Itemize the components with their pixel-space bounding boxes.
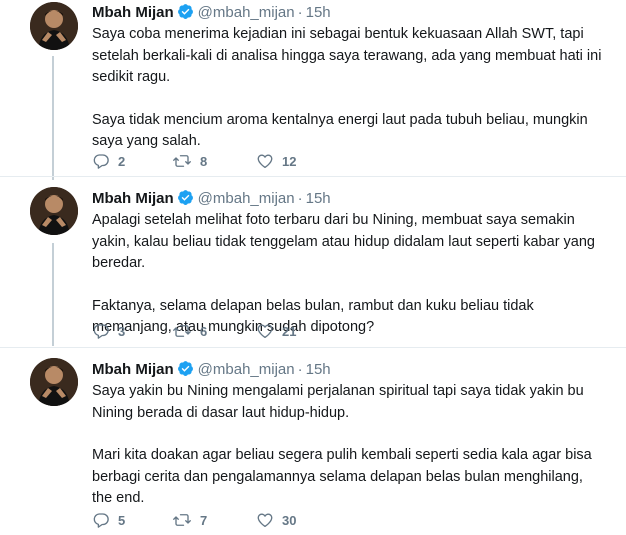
display-name[interactable]: Mbah Mijan [92, 361, 174, 378]
timestamp[interactable]: 15h [306, 4, 331, 21]
tweet-paragraph: Saya tidak mencium aroma kentalnya energ… [92, 111, 588, 150]
tweet-thread: Mbah Mijan @mbah_mijan · 15h Saya coba mene… [0, 0, 626, 535]
verified-badge-icon [177, 3, 194, 26]
tweet[interactable]: Mbah Mijan @mbah_mijan · 15h Apalagi setela… [0, 177, 626, 347]
tweet-text: Apalagi setelah melihat foto terbaru dar… [92, 210, 607, 339]
retweet-count: 7 [200, 513, 208, 528]
tweet[interactable]: Mbah Mijan @mbah_mijan · 15h Saya yakin bu … [0, 348, 626, 535]
separator: · [297, 361, 303, 378]
tweet-text: Saya coba menerima kejadian ini sebagai … [92, 24, 607, 153]
user-handle[interactable]: @mbah_mijan [198, 4, 295, 21]
tweet-header: Mbah Mijan @mbah_mijan · 15h [92, 189, 331, 209]
avatar[interactable] [30, 358, 78, 406]
tweet-paragraph: Mari kita doakan agar beliau segera puli… [92, 447, 592, 506]
tweet[interactable]: Mbah Mijan @mbah_mijan · 15h Saya coba mene… [0, 0, 626, 176]
tweet-header: Mbah Mijan @mbah_mijan · 15h [92, 3, 331, 23]
heart-icon [256, 513, 274, 528]
verified-badge-icon [177, 189, 194, 212]
tweet-paragraph: Saya yakin bu Nining mengalami perjalana… [92, 383, 584, 421]
retweet-button[interactable]: 6 [172, 322, 207, 342]
reply-count: 3 [118, 324, 126, 339]
display-name[interactable]: Mbah Mijan [92, 190, 174, 207]
like-button[interactable]: 21 [256, 322, 296, 342]
separator: · [297, 190, 303, 207]
timestamp[interactable]: 15h [306, 190, 331, 207]
like-count: 12 [282, 154, 297, 169]
heart-icon [256, 154, 274, 169]
reply-icon [92, 513, 110, 528]
reply-button[interactable]: 5 [92, 511, 125, 531]
like-button[interactable]: 30 [256, 511, 296, 531]
separator: · [297, 4, 303, 21]
retweet-button[interactable]: 8 [172, 152, 207, 172]
retweet-count: 8 [200, 154, 208, 169]
tweet-paragraph: Saya coba menerima kejadian ini sebagai … [92, 26, 602, 85]
retweet-icon [172, 154, 192, 169]
tweet-text: Saya yakin bu Nining mengalami perjalana… [92, 381, 607, 510]
retweet-count: 6 [200, 324, 208, 339]
timestamp[interactable]: 15h [306, 361, 331, 378]
retweet-button[interactable]: 7 [172, 511, 207, 531]
reply-count: 5 [118, 513, 126, 528]
reply-button[interactable]: 2 [92, 152, 125, 172]
like-count: 21 [282, 324, 297, 339]
tweet-header: Mbah Mijan @mbah_mijan · 15h [92, 360, 331, 380]
reply-icon [92, 324, 110, 339]
display-name[interactable]: Mbah Mijan [92, 4, 174, 21]
reply-icon [92, 154, 110, 169]
avatar[interactable] [30, 2, 78, 50]
reply-button[interactable]: 3 [92, 322, 125, 342]
like-count: 30 [282, 513, 297, 528]
tweet-paragraph: Faktanya, selama delapan belas bulan, ra… [92, 297, 534, 336]
user-handle[interactable]: @mbah_mijan [198, 361, 295, 378]
user-handle[interactable]: @mbah_mijan [198, 190, 295, 207]
verified-badge-icon [177, 360, 194, 383]
avatar[interactable] [30, 187, 78, 235]
like-button[interactable]: 12 [256, 152, 296, 172]
tweet-paragraph: Apalagi setelah melihat foto terbaru dar… [92, 212, 595, 271]
reply-count: 2 [118, 154, 126, 169]
retweet-icon [172, 513, 192, 528]
retweet-icon [172, 324, 192, 339]
heart-icon [256, 324, 274, 339]
